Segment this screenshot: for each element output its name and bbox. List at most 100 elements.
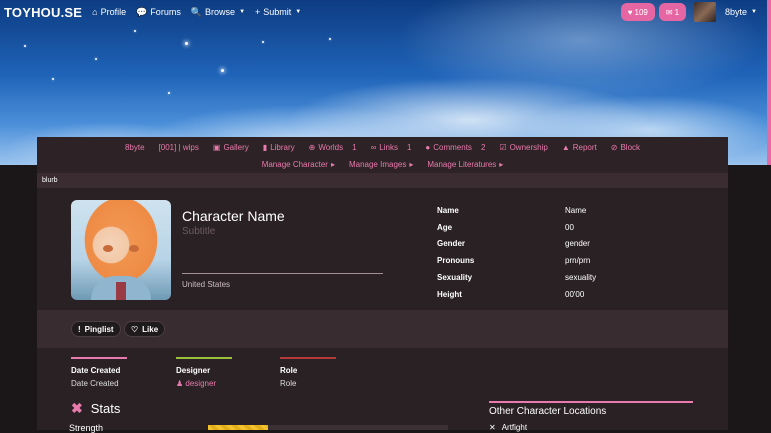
detail-row: Height 00'00 — [437, 286, 637, 303]
crossed-tools-icon: ✖ — [71, 400, 83, 416]
manage-literatures-menu[interactable]: Manage Literatures ▸ — [427, 160, 503, 169]
chat-bubbles-icon: 💬 — [136, 6, 148, 17]
heart-outline-icon: ♡ — [131, 324, 139, 334]
search-icon: 🔍 — [190, 6, 203, 17]
portrait-detail — [103, 245, 113, 252]
strength-label: Strength — [69, 423, 104, 433]
tab-worlds[interactable]: ⊕ Worlds 1 — [309, 143, 357, 152]
folder-link[interactable]: [001] | wips — [159, 143, 199, 152]
designer-link[interactable]: ♟ designer — [176, 379, 232, 388]
like-button[interactable]: ♡ Like — [124, 321, 166, 337]
profile-header: Character Name Subtitle United States Na… — [37, 188, 728, 310]
character-subtitle: Subtitle — [182, 226, 216, 237]
user-avatar[interactable] — [694, 2, 717, 22]
nav-submit[interactable]: + Submit ▼ — [255, 7, 301, 17]
credit-value: Date Created — [71, 379, 119, 388]
artfight-link[interactable]: ✕ Artfight — [489, 423, 527, 432]
owner-link[interactable]: 8byte — [125, 143, 145, 152]
heart-icon: ♥ — [627, 7, 633, 17]
detail-key: Pronouns — [437, 256, 475, 266]
credit-title: Role — [280, 366, 298, 375]
credit-date-created: Date Created Date Created — [71, 357, 127, 388]
chevron-down-icon: ▼ — [239, 9, 246, 15]
actions-bar: ! Pinglist ♡ Like — [37, 310, 728, 348]
star-decoration — [329, 38, 331, 40]
detail-value: sexuality — [565, 273, 597, 283]
ban-icon: ⊘ — [610, 143, 618, 152]
detail-key: Height — [437, 289, 462, 299]
block-link[interactable]: ⊘ Block — [611, 143, 640, 152]
star-decoration — [221, 69, 224, 72]
username-label: 8byte — [725, 7, 748, 17]
stats-title: Stats — [90, 401, 121, 416]
link-icon: ∞ — [370, 143, 377, 152]
character-portrait[interactable] — [71, 200, 171, 300]
nav-profile-label: Profile — [100, 7, 127, 17]
nav-forums[interactable]: 💬 Forums — [136, 7, 181, 18]
worlds-label: Worlds — [318, 143, 344, 152]
detail-key: Sexuality — [437, 273, 473, 283]
manage-character-label: Manage Character — [261, 160, 328, 169]
user-controls: ♥ 109 ✉ 1 8byte ▼ — [620, 2, 757, 22]
warning-icon: ▲ — [561, 143, 570, 152]
star-decoration — [185, 42, 188, 45]
tab-links[interactable]: ∞ Links 1 — [371, 143, 412, 152]
star-decoration — [262, 41, 264, 43]
detail-row: Pronouns prn/prn — [437, 252, 637, 269]
profile-details-table: Name Name Age 00 Gender gender Pronouns … — [437, 202, 637, 303]
divider — [182, 273, 383, 274]
manage-images-label: Manage Images — [348, 160, 407, 169]
globe-icon: ⊕ — [308, 143, 316, 152]
divider — [71, 357, 127, 359]
detail-key: Gender — [437, 239, 466, 249]
notifications-button[interactable]: ♥ 109 — [620, 3, 655, 21]
star-decoration — [24, 45, 26, 47]
credit-designer: Designer ♟ designer — [176, 357, 232, 388]
chevron-down-icon: ▼ — [295, 9, 302, 15]
comments-label: Comments — [433, 143, 472, 152]
pinglist-label: Pinglist — [84, 324, 114, 334]
gallery-label: Gallery — [223, 143, 249, 152]
pinglist-button[interactable]: ! Pinglist — [71, 321, 121, 337]
tab-ownership[interactable]: ☑ Ownership — [499, 143, 547, 152]
crossed-swords-icon: ✕ — [489, 423, 496, 432]
manage-character-menu[interactable]: Manage Character ▸ — [262, 160, 335, 169]
caret-right-icon: ▸ — [499, 160, 504, 169]
detail-value: 00 — [565, 222, 574, 232]
detail-row: Sexuality sexuality — [437, 269, 637, 286]
manage-images-menu[interactable]: Manage Images ▸ — [349, 160, 413, 169]
designer-name: designer — [185, 379, 217, 388]
divider — [280, 357, 336, 359]
tab-comments[interactable]: ● Comments 2 — [425, 143, 485, 152]
tab-gallery[interactable]: ▣ Gallery — [213, 143, 249, 152]
character-name: Character Name — [182, 208, 285, 224]
nav-submit-label: Submit — [263, 7, 292, 17]
star-decoration — [95, 58, 97, 60]
report-link[interactable]: ▲ Report — [562, 143, 597, 152]
nav-profile[interactable]: ⌂ Profile — [92, 7, 126, 17]
checkbox-icon: ☑ — [499, 143, 507, 152]
nav-forums-label: Forums — [150, 7, 181, 17]
nav-browse[interactable]: 🔍 Browse ▼ — [191, 7, 245, 18]
links-label: Links — [379, 143, 398, 152]
user-menu[interactable]: 8byte ▼ — [725, 7, 757, 17]
site-logo[interactable]: TOYHOU.SE — [4, 5, 82, 20]
character-nav: 8byte [001] | wips ▣ Gallery ▮ Library ⊕… — [37, 137, 728, 173]
exclamation-icon: ! — [78, 324, 81, 334]
credit-role: Role Role — [280, 357, 336, 388]
home-icon: ⌂ — [92, 7, 98, 17]
report-label: Report — [572, 143, 597, 152]
library-label: Library — [270, 143, 295, 152]
detail-key: Name — [437, 205, 459, 215]
message-icon: ✉ — [665, 7, 673, 17]
book-icon: ▮ — [262, 143, 268, 152]
tab-library[interactable]: ▮ Library — [263, 143, 295, 152]
credit-value: Role — [280, 379, 297, 388]
messages-button[interactable]: ✉ 1 — [658, 3, 687, 21]
notifications-count: 109 — [634, 7, 648, 17]
messages-count: 1 — [674, 7, 680, 17]
star-decoration — [134, 30, 136, 32]
image-icon: ▣ — [212, 143, 221, 152]
comments-count: 2 — [480, 143, 486, 152]
divider — [176, 357, 232, 359]
